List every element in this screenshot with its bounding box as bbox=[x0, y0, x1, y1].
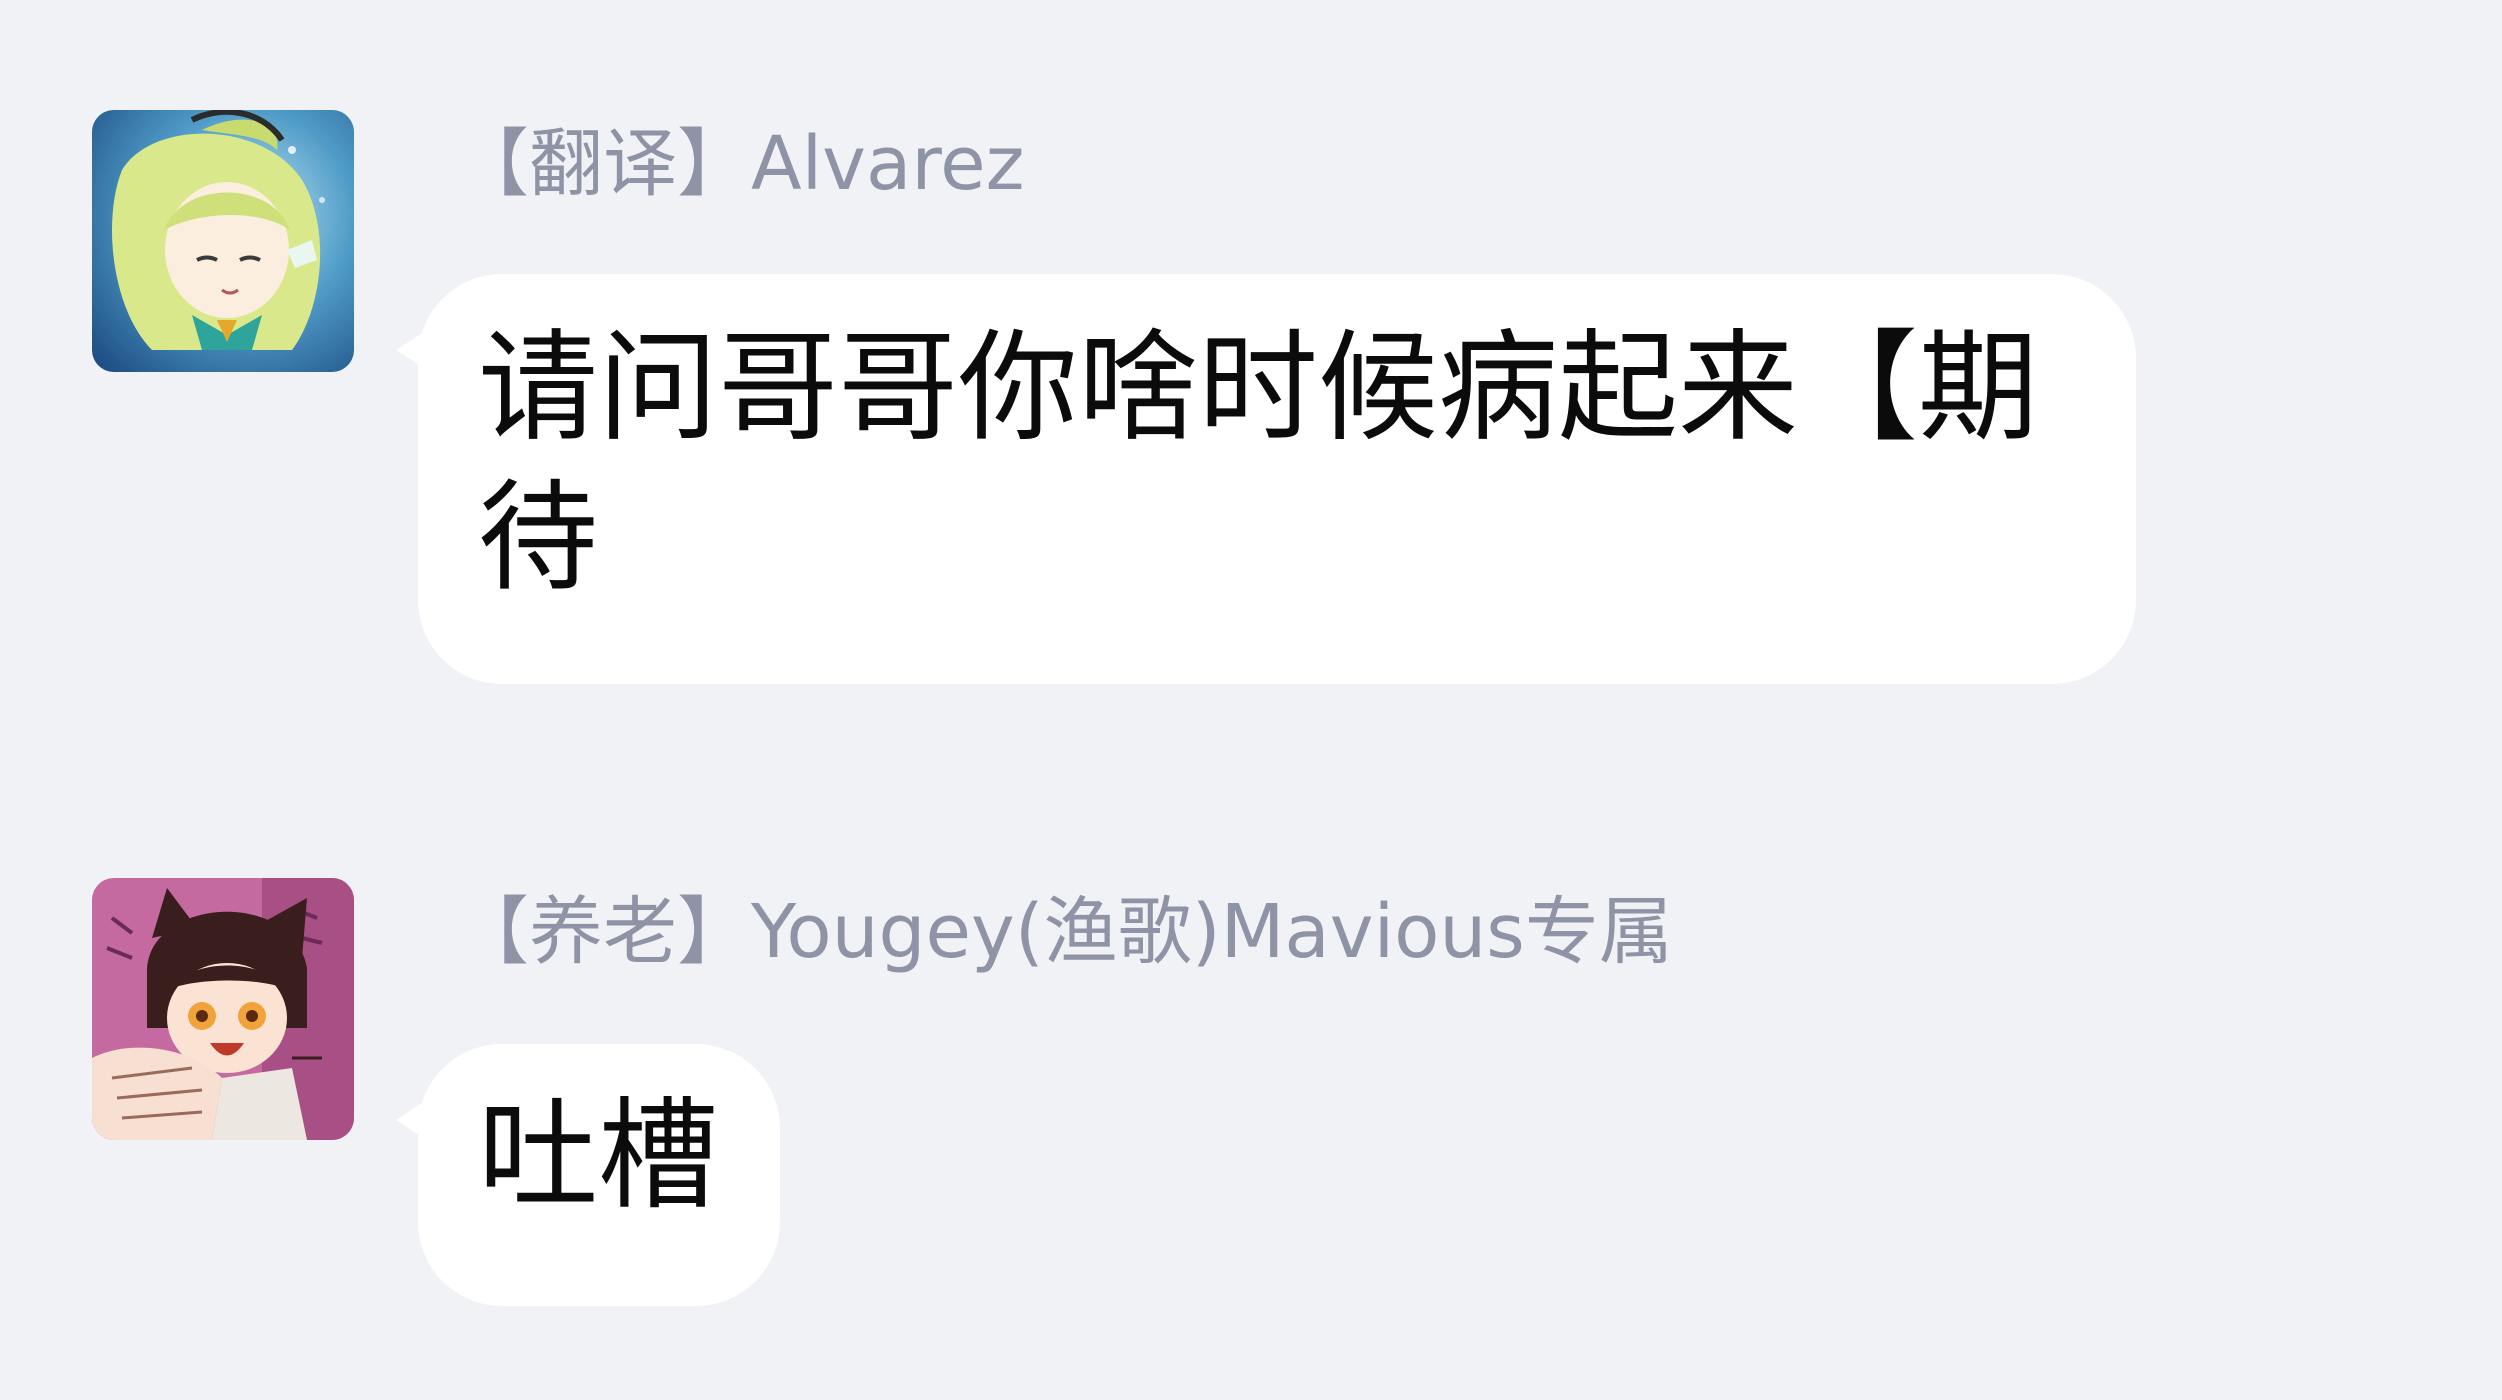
message-bubble[interactable]: 请问哥哥你啥时候病起来【期待 bbox=[396, 274, 2136, 684]
anime-girl-avatar-icon[interactable] bbox=[92, 110, 354, 372]
sender-name[interactable]: 【养老】Yougey(渔歌)Mavious专属 bbox=[455, 882, 1673, 982]
message-text: 请问哥哥你啥时候病起来【期待 bbox=[478, 319, 2038, 608]
message-bubble[interactable]: 吐槽 bbox=[396, 1044, 780, 1306]
avatar-image bbox=[92, 878, 354, 1140]
avatar-image bbox=[92, 110, 354, 372]
anime-boy-avatar-icon[interactable] bbox=[92, 878, 354, 1140]
sender-name[interactable]: 【翻译】Alvarez bbox=[455, 114, 1025, 214]
chat-message-list: 【翻译】Alvarez 请问哥哥你啥时候病起来【期待 【养老】Yougey(渔歌… bbox=[0, 0, 2502, 1400]
message-text: 吐槽 bbox=[478, 1087, 718, 1226]
